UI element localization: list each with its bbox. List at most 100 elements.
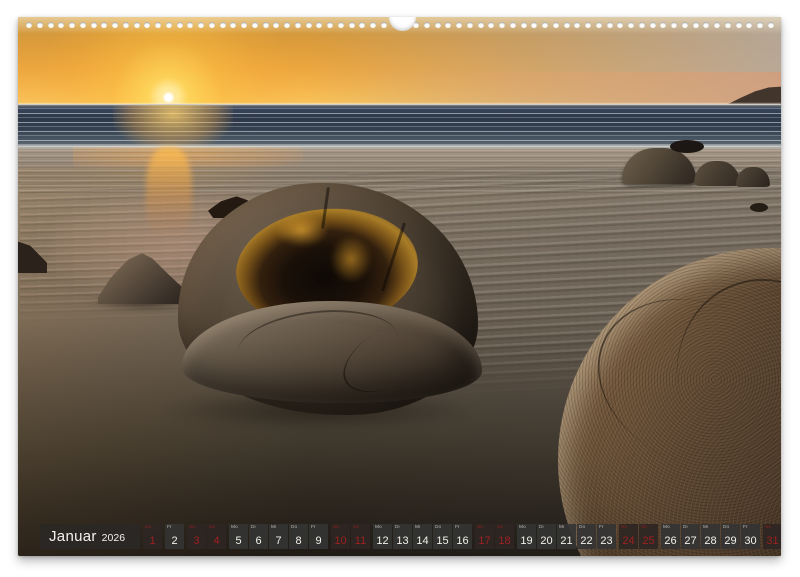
binding-hole: [564, 22, 570, 28]
weekday-label: Mi: [415, 525, 420, 530]
day-number: 4: [207, 536, 226, 547]
day-number: 29: [721, 536, 740, 547]
weekday-label: So: [353, 525, 359, 530]
weekday-label: Mi: [271, 525, 276, 530]
weekday-label: Mo: [375, 525, 382, 530]
calendar-day-6: Di 6: [249, 524, 268, 549]
binding-hole: [617, 22, 623, 28]
calendar-day-27: Di27: [681, 524, 700, 549]
calendar-day-13: Di 13: [393, 524, 412, 549]
calendar-day-20: Di20: [537, 524, 556, 549]
binding-hole: [101, 22, 107, 28]
weekday-label: Do: [579, 525, 585, 530]
day-number: 31: [763, 536, 781, 547]
calendar-strip: Januar 2026 Do1Fr2Sa3So4Mo5Di6Mi7Do8Fr9S…: [40, 524, 781, 549]
binding-hole: [435, 22, 441, 28]
binding-hole: [155, 22, 161, 28]
binding-hole: [607, 22, 613, 28]
calendar-day-22: Do 22: [577, 524, 596, 549]
binding-hole: [349, 22, 355, 28]
weekday-label: Fr: [455, 525, 460, 530]
binding-hole: [650, 22, 656, 28]
weekday-label: Do: [145, 525, 151, 530]
day-number: 19: [517, 536, 536, 547]
weekday-label: Do: [291, 525, 297, 530]
binding-hole: [660, 22, 666, 28]
calendar-day-8: Do8: [289, 524, 308, 549]
binding-hole: [488, 22, 494, 28]
binding-hole: [316, 22, 322, 28]
weekday-label: So: [497, 525, 503, 530]
day-number: 13: [393, 536, 412, 547]
calendar-day-3: Sa3: [187, 524, 206, 549]
day-number: 20: [537, 536, 556, 547]
weekday-label: So: [209, 525, 215, 530]
binding-hole: [37, 22, 43, 28]
binding-hole: [263, 22, 269, 28]
day-cells-row: Do1Fr2Sa3So4Mo5Di6Mi7Do8Fr9Sa10So11Mo12D…: [143, 524, 781, 549]
weekday-label: Sa: [621, 525, 627, 530]
binding-hole: [445, 22, 451, 28]
binding-hole: [714, 22, 720, 28]
day-number: 28: [701, 536, 720, 547]
binding-hole: [693, 22, 699, 28]
binding-hole: [478, 22, 484, 28]
day-number: 16: [453, 536, 472, 547]
calendar-day-4: So 4: [207, 524, 226, 549]
binding-hole: [306, 22, 312, 28]
day-number: 18: [495, 536, 514, 547]
calendar-day-16: Fr 16: [453, 524, 472, 549]
calendar-day-19: Mo 19: [517, 524, 536, 549]
weekday-label: Sa: [189, 525, 195, 530]
calendar-day-18: So 18: [495, 524, 514, 549]
day-number: 15: [433, 536, 452, 547]
waterline-rock: [670, 140, 704, 153]
day-number: 14: [413, 536, 432, 547]
binding-hole: [338, 22, 344, 28]
day-number: 21: [557, 536, 576, 547]
binding-hole: [48, 22, 54, 28]
binding-hole: [91, 22, 97, 28]
binding-hole: [134, 22, 140, 28]
binding-hole: [574, 22, 580, 28]
calendar-day-11: So 11: [351, 524, 370, 549]
year-label: 2026: [102, 532, 125, 544]
binding-hole: [230, 22, 236, 28]
calendar-day-23: Fr23: [597, 524, 616, 549]
weekday-label: Fr: [599, 525, 604, 530]
binding-hole: [69, 22, 75, 28]
binding-hole: [499, 22, 505, 28]
weekday-label: Mo: [519, 525, 526, 530]
calendar-day-12: Mo12: [373, 524, 392, 549]
weekday-label: Sa: [333, 525, 339, 530]
calendar-day-29: Do29: [721, 524, 740, 549]
binding-hole: [252, 22, 258, 28]
day-number: 7: [269, 536, 288, 547]
calendar-day-9: Fr9: [309, 524, 328, 549]
calendar-day-28: Mi28: [701, 524, 720, 549]
calendar-day-26: Mo26: [661, 524, 680, 549]
binding-hole: [628, 22, 634, 28]
day-number: 6: [249, 536, 268, 547]
binding-hole: [166, 22, 172, 28]
binding-hole: [359, 22, 365, 28]
weekday-label: Sa: [477, 525, 483, 530]
weekday-label: Di: [395, 525, 400, 530]
binding-hole: [209, 22, 215, 28]
binding-hole: [596, 22, 602, 28]
binding-hole: [144, 22, 150, 28]
binding-hole: [187, 22, 193, 28]
binding-hole: [531, 22, 537, 28]
binding-hole: [757, 22, 763, 28]
weekday-label: Mo: [663, 525, 670, 530]
binding-hole: [327, 22, 333, 28]
binding-hole: [58, 22, 64, 28]
binding-hole: [198, 22, 204, 28]
weekday-label: Di: [251, 525, 256, 530]
day-number: 11: [351, 536, 370, 547]
calendar-day-7: Mi 7: [269, 524, 288, 549]
month-box: Januar 2026: [40, 524, 140, 549]
weekday-label: Mo: [231, 525, 238, 530]
binding-hole: [510, 22, 516, 28]
day-number: 22: [577, 536, 596, 547]
